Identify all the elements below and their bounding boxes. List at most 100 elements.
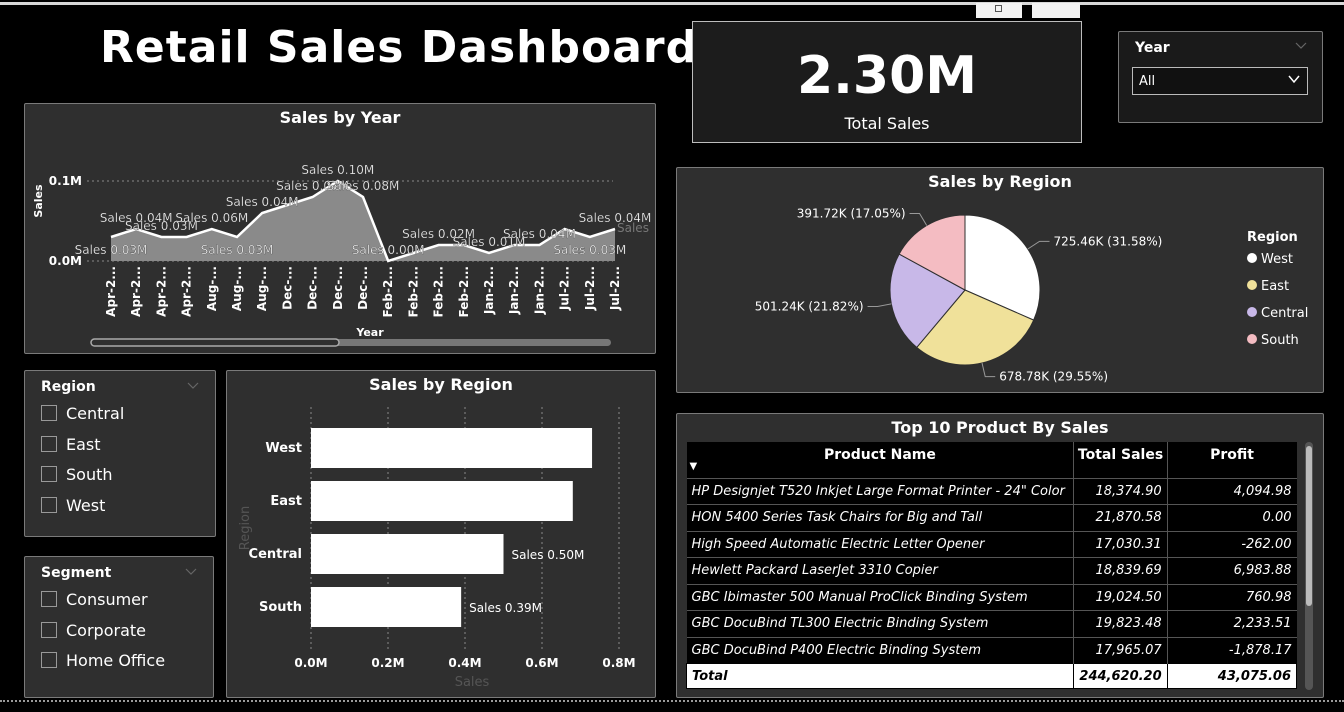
checkbox[interactable] <box>41 466 57 482</box>
legend-label: East <box>1261 279 1290 294</box>
year-dropdown[interactable]: All <box>1132 67 1308 95</box>
y-tick-label: East <box>270 494 302 509</box>
chevron-down-icon[interactable] <box>187 382 199 390</box>
segment-slicer-header: Segment <box>41 565 112 581</box>
header-label: Total Sales <box>1077 447 1164 463</box>
legend-item-south[interactable]: South <box>1247 333 1299 348</box>
checkbox[interactable] <box>41 652 57 668</box>
checkbox[interactable] <box>41 436 57 452</box>
total-sales-card[interactable]: 2.30M Total Sales <box>692 21 1082 143</box>
total-sales-cell: 19,823.48 <box>1073 610 1168 637</box>
segment-option-home-office[interactable]: Home Office <box>41 651 165 670</box>
region-slicer: Region Central East South West <box>24 370 216 537</box>
x-tick-label: Aug-... <box>255 266 269 311</box>
x-tick-label: 0.0M <box>294 656 327 670</box>
option-label: West <box>66 496 106 515</box>
data-label: Sales 0.03M <box>201 243 274 257</box>
segment-option-consumer[interactable]: Consumer <box>41 590 148 609</box>
data-label: Sales 0.06M <box>175 211 248 225</box>
legend-item-west[interactable]: West <box>1247 252 1293 267</box>
data-label: Sales 0.03M <box>75 243 148 257</box>
total-label-cell: Total <box>685 663 1075 689</box>
bar <box>311 428 593 468</box>
option-label: Home Office <box>66 651 166 670</box>
legend-item-east[interactable]: East <box>1247 279 1289 294</box>
table-scrollbar-thumb[interactable] <box>1306 446 1312 606</box>
year-dropdown-value: All <box>1139 74 1156 89</box>
checkbox[interactable] <box>41 591 57 607</box>
profit-cell: -1,878.17 <box>1166 636 1297 664</box>
column-header-product-name[interactable]: Product Name ▼ <box>686 442 1074 478</box>
product-name-cell: Hewlett Packard LaserJet 3310 Copier <box>686 557 1074 584</box>
region-option-central[interactable]: Central <box>41 404 124 423</box>
sales-by-region-pie-chart[interactable]: Sales by Region 725.46K (31.58%) 678.78K … <box>676 167 1324 393</box>
option-label: East <box>66 435 101 454</box>
checkbox[interactable] <box>41 497 57 513</box>
bottom-border-dots <box>0 700 1344 703</box>
slice-label: 725.46K (31.58%) <box>1054 234 1163 248</box>
total-sales-cell: 18,839.69 <box>1073 557 1168 584</box>
chevron-down-icon[interactable] <box>185 568 197 576</box>
total-profit-cell: 43,075.06 <box>1166 663 1298 689</box>
leader-line <box>909 212 928 226</box>
pie-legend: Region West East Central South <box>1247 230 1317 360</box>
page-title: Retail Sales Dashboard <box>100 22 699 73</box>
table-row[interactable]: HP Designjet T520 Inkjet Large Format Pr… <box>686 477 1297 505</box>
header-label: Product Name <box>824 447 936 463</box>
x-tick-label: Feb-2... <box>432 266 446 317</box>
chart-scrollbar-thumb <box>90 338 340 347</box>
table-row[interactable]: GBC DocuBind P400 Electric Binding Syste… <box>686 636 1297 664</box>
x-tick-label: 0.8M <box>602 656 635 670</box>
total-sales-cell: 17,030.31 <box>1073 530 1168 558</box>
slice-label: 391.72K (17.05%) <box>797 206 906 220</box>
x-tick-label: Jul-2... <box>608 266 622 311</box>
product-name-cell: High Speed Automatic Electric Letter Ope… <box>686 530 1074 558</box>
legend-title: Region <box>1247 230 1298 245</box>
x-tick-label: 0.6M <box>525 656 558 670</box>
chevron-down-icon[interactable] <box>1295 42 1307 50</box>
option-label: South <box>66 465 113 484</box>
sort-descending-icon[interactable]: ▼ <box>690 461 698 472</box>
total-sales-cell: 19,024.50 <box>1073 583 1168 611</box>
kpi-label: Total Sales <box>844 114 930 133</box>
x-tick-label: Jul-2... <box>558 266 572 311</box>
checkbox[interactable] <box>41 405 57 421</box>
checkbox[interactable] <box>41 622 57 638</box>
table-row[interactable]: HON 5400 Series Task Chairs for Big and … <box>686 504 1297 531</box>
product-name-cell: GBC DocuBind P400 Electric Binding Syste… <box>686 636 1074 664</box>
table-row[interactable]: GBC Ibimaster 500 Manual ProClick Bindin… <box>686 583 1297 611</box>
total-sales-cell: 17,965.07 <box>1073 636 1168 664</box>
top-border-line <box>0 2 1344 5</box>
region-option-south[interactable]: South <box>41 465 113 484</box>
sales-by-year-chart[interactable]: Sales by Year 0.1M 0.0M Sales Sales 0.03M Sa… <box>24 103 656 354</box>
total-sales-cell: 244,620.20 <box>1073 663 1168 689</box>
y-tick-label: Central <box>249 547 302 562</box>
table-row[interactable]: Hewlett Packard LaserJet 3310 Copier 18,8… <box>686 557 1297 584</box>
total-sales-cell: 21,870.58 <box>1073 504 1168 531</box>
product-name-cell: HON 5400 Series Task Chairs for Big and … <box>686 504 1074 531</box>
sales-by-region-bar-chart[interactable]: Sales by Region 0.0M 0.2M 0.4M 0.6M 0.8M West… <box>226 370 656 698</box>
top-products-table-visual[interactable]: Top 10 Product By Sales Product Name ▼ T… <box>676 413 1324 698</box>
data-label: Sales 0.04M <box>503 227 576 241</box>
more-options-tab[interactable] <box>1032 3 1080 18</box>
focus-mode-tab[interactable] <box>976 3 1022 18</box>
table-row[interactable]: GBC DocuBind TL300 Electric Binding Syst… <box>686 610 1297 637</box>
x-axis-label: Year <box>355 326 384 339</box>
x-tick-label: Apr-2... <box>154 266 168 317</box>
x-tick-label: Jan-2... <box>532 266 546 315</box>
y-tick-label: South <box>259 600 302 615</box>
legend-item-central[interactable]: Central <box>1247 306 1308 321</box>
header-label: Profit <box>1210 447 1254 463</box>
region-option-east[interactable]: East <box>41 435 101 454</box>
region-option-west[interactable]: West <box>41 496 105 515</box>
option-label: Corporate <box>66 621 146 640</box>
y-tick-label: 0.1M <box>49 174 82 188</box>
segment-option-corporate[interactable]: Corporate <box>41 621 146 640</box>
y-axis-label: Region <box>238 506 253 551</box>
kpi-value: 2.30M <box>796 46 978 106</box>
column-header-total-sales[interactable]: Total Sales <box>1073 442 1168 478</box>
x-tick-label: Aug-... <box>205 266 219 311</box>
column-header-profit[interactable]: Profit <box>1166 442 1297 478</box>
legend-dot <box>1247 307 1257 317</box>
table-row[interactable]: High Speed Automatic Electric Letter Ope… <box>686 530 1297 558</box>
